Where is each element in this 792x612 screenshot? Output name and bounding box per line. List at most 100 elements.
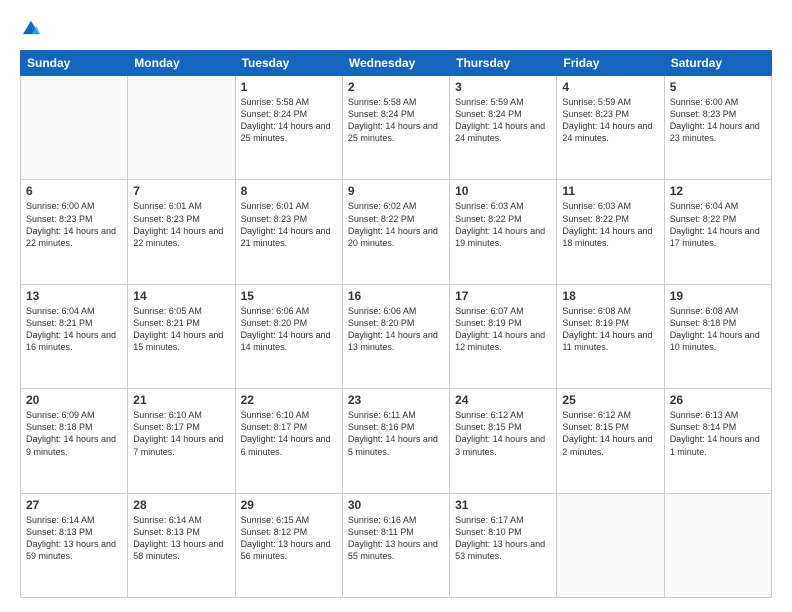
calendar-cell: 1 Sunrise: 5:58 AMSunset: 8:24 PMDaylight… — [235, 76, 342, 180]
day-number: 17 — [455, 289, 551, 303]
cell-text: Sunrise: 5:59 AMSunset: 8:24 PMDaylight:… — [455, 97, 545, 143]
cell-text: Sunrise: 6:14 AMSunset: 8:13 PMDaylight:… — [26, 515, 116, 561]
calendar-cell: 7Sunrise: 6:01 AMSunset: 8:23 PMDaylight… — [128, 180, 235, 284]
calendar-cell: 24 Sunrise: 6:12 AMSunset: 8:15 PMDayligh… — [450, 389, 557, 493]
calendar-header-sunday: Sunday — [21, 51, 128, 76]
calendar-table: SundayMondayTuesdayWednesdayThursdayFrid… — [20, 50, 772, 598]
calendar-cell — [128, 76, 235, 180]
day-number: 6 — [26, 184, 122, 198]
page: SundayMondayTuesdayWednesdayThursdayFrid… — [0, 0, 792, 612]
cell-text: Sunrise: 5:58 AMSunset: 8:24 PMDaylight:… — [241, 97, 331, 143]
day-number: 22 — [241, 393, 337, 407]
calendar-cell: 20 Sunrise: 6:09 AMSunset: 8:18 PMDayligh… — [21, 389, 128, 493]
day-number: 21 — [133, 393, 229, 407]
cell-text: Sunrise: 6:06 AMSunset: 8:20 PMDaylight:… — [348, 306, 438, 352]
day-number: 11 — [562, 184, 658, 198]
cell-text: Sunrise: 6:03 AMSunset: 8:22 PMDaylight:… — [562, 201, 652, 247]
calendar-cell: 30 Sunrise: 6:16 AMSunset: 8:11 PMDayligh… — [342, 493, 449, 597]
calendar-cell: 25Sunrise: 6:12 AMSunset: 8:15 PMDayligh… — [557, 389, 664, 493]
calendar-week-1: 1 Sunrise: 5:58 AMSunset: 8:24 PMDaylight… — [21, 76, 772, 180]
logo-icon — [20, 18, 42, 40]
calendar-cell: 15 Sunrise: 6:06 AMSunset: 8:20 PMDayligh… — [235, 284, 342, 388]
cell-text: Sunrise: 6:14 AMSunset: 8:13 PMDaylight:… — [133, 515, 223, 561]
day-number: 19 — [670, 289, 766, 303]
cell-text: Sunrise: 6:15 AMSunset: 8:12 PMDaylight:… — [241, 515, 331, 561]
cell-text: Sunrise: 6:02 AMSunset: 8:22 PMDaylight:… — [348, 201, 438, 247]
calendar-header-wednesday: Wednesday — [342, 51, 449, 76]
day-number: 7 — [133, 184, 229, 198]
day-number: 14 — [133, 289, 229, 303]
day-number: 4 — [562, 80, 658, 94]
calendar-cell: 28Sunrise: 6:14 AMSunset: 8:13 PMDayligh… — [128, 493, 235, 597]
cell-text: Sunrise: 6:12 AMSunset: 8:15 PMDaylight:… — [455, 410, 545, 456]
cell-text: Sunrise: 6:00 AMSunset: 8:23 PMDaylight:… — [26, 201, 116, 247]
day-number: 15 — [241, 289, 337, 303]
cell-text: Sunrise: 6:01 AMSunset: 8:23 PMDaylight:… — [241, 201, 331, 247]
day-number: 1 — [241, 80, 337, 94]
day-number: 8 — [241, 184, 337, 198]
calendar-header-friday: Friday — [557, 51, 664, 76]
calendar-cell: 27Sunrise: 6:14 AMSunset: 8:13 PMDayligh… — [21, 493, 128, 597]
calendar-cell: 8 Sunrise: 6:01 AMSunset: 8:23 PMDaylight… — [235, 180, 342, 284]
cell-text: Sunrise: 6:04 AMSunset: 8:21 PMDaylight:… — [26, 306, 116, 352]
calendar-cell: 12 Sunrise: 6:04 AMSunset: 8:22 PMDayligh… — [664, 180, 771, 284]
calendar-cell: 3 Sunrise: 5:59 AMSunset: 8:24 PMDaylight… — [450, 76, 557, 180]
day-number: 24 — [455, 393, 551, 407]
calendar-header-row: SundayMondayTuesdayWednesdayThursdayFrid… — [21, 51, 772, 76]
cell-text: Sunrise: 6:05 AMSunset: 8:21 PMDaylight:… — [133, 306, 223, 352]
calendar-week-4: 20 Sunrise: 6:09 AMSunset: 8:18 PMDayligh… — [21, 389, 772, 493]
calendar-week-5: 27Sunrise: 6:14 AMSunset: 8:13 PMDayligh… — [21, 493, 772, 597]
calendar-cell: 11 Sunrise: 6:03 AMSunset: 8:22 PMDayligh… — [557, 180, 664, 284]
calendar-header-monday: Monday — [128, 51, 235, 76]
day-number: 3 — [455, 80, 551, 94]
day-number: 16 — [348, 289, 444, 303]
day-number: 5 — [670, 80, 766, 94]
cell-text: Sunrise: 6:07 AMSunset: 8:19 PMDaylight:… — [455, 306, 545, 352]
calendar-cell: 4 Sunrise: 5:59 AMSunset: 8:23 PMDaylight… — [557, 76, 664, 180]
day-number: 9 — [348, 184, 444, 198]
day-number: 29 — [241, 498, 337, 512]
calendar-cell: 13 Sunrise: 6:04 AMSunset: 8:21 PMDayligh… — [21, 284, 128, 388]
calendar-cell: 14 Sunrise: 6:05 AMSunset: 8:21 PMDayligh… — [128, 284, 235, 388]
calendar-cell: 19 Sunrise: 6:08 AMSunset: 8:18 PMDayligh… — [664, 284, 771, 388]
calendar-cell — [664, 493, 771, 597]
calendar-cell: 21Sunrise: 6:10 AMSunset: 8:17 PMDayligh… — [128, 389, 235, 493]
cell-text: Sunrise: 6:08 AMSunset: 8:18 PMDaylight:… — [670, 306, 760, 352]
day-number: 30 — [348, 498, 444, 512]
cell-text: Sunrise: 6:09 AMSunset: 8:18 PMDaylight:… — [26, 410, 116, 456]
cell-text: Sunrise: 6:10 AMSunset: 8:17 PMDaylight:… — [241, 410, 331, 456]
cell-text: Sunrise: 6:08 AMSunset: 8:19 PMDaylight:… — [562, 306, 652, 352]
calendar-cell: 6 Sunrise: 6:00 AMSunset: 8:23 PMDaylight… — [21, 180, 128, 284]
cell-text: Sunrise: 5:59 AMSunset: 8:23 PMDaylight:… — [562, 97, 652, 143]
cell-text: Sunrise: 6:04 AMSunset: 8:22 PMDaylight:… — [670, 201, 760, 247]
day-number: 10 — [455, 184, 551, 198]
calendar-cell: 17 Sunrise: 6:07 AMSunset: 8:19 PMDayligh… — [450, 284, 557, 388]
cell-text: Sunrise: 6:06 AMSunset: 8:20 PMDaylight:… — [241, 306, 331, 352]
calendar-cell: 18 Sunrise: 6:08 AMSunset: 8:19 PMDayligh… — [557, 284, 664, 388]
day-number: 12 — [670, 184, 766, 198]
calendar-cell: 31 Sunrise: 6:17 AMSunset: 8:10 PMDayligh… — [450, 493, 557, 597]
calendar-header-tuesday: Tuesday — [235, 51, 342, 76]
day-number: 31 — [455, 498, 551, 512]
calendar-cell: 2 Sunrise: 5:58 AMSunset: 8:24 PMDaylight… — [342, 76, 449, 180]
logo — [20, 18, 44, 40]
day-number: 13 — [26, 289, 122, 303]
calendar-week-3: 13 Sunrise: 6:04 AMSunset: 8:21 PMDayligh… — [21, 284, 772, 388]
calendar-cell: 22 Sunrise: 6:10 AMSunset: 8:17 PMDayligh… — [235, 389, 342, 493]
cell-text: Sunrise: 6:13 AMSunset: 8:14 PMDaylight:… — [670, 410, 760, 456]
day-number: 20 — [26, 393, 122, 407]
day-number: 2 — [348, 80, 444, 94]
calendar-week-2: 6 Sunrise: 6:00 AMSunset: 8:23 PMDaylight… — [21, 180, 772, 284]
day-number: 25 — [562, 393, 658, 407]
calendar-cell — [21, 76, 128, 180]
cell-text: Sunrise: 6:17 AMSunset: 8:10 PMDaylight:… — [455, 515, 545, 561]
calendar-cell: 29 Sunrise: 6:15 AMSunset: 8:12 PMDayligh… — [235, 493, 342, 597]
calendar-cell — [557, 493, 664, 597]
cell-text: Sunrise: 5:58 AMSunset: 8:24 PMDaylight:… — [348, 97, 438, 143]
cell-text: Sunrise: 6:00 AMSunset: 8:23 PMDaylight:… — [670, 97, 760, 143]
calendar-cell: 26Sunrise: 6:13 AMSunset: 8:14 PMDayligh… — [664, 389, 771, 493]
day-number: 18 — [562, 289, 658, 303]
cell-text: Sunrise: 6:16 AMSunset: 8:11 PMDaylight:… — [348, 515, 438, 561]
cell-text: Sunrise: 6:11 AMSunset: 8:16 PMDaylight:… — [348, 410, 438, 456]
calendar-cell: 23Sunrise: 6:11 AMSunset: 8:16 PMDayligh… — [342, 389, 449, 493]
